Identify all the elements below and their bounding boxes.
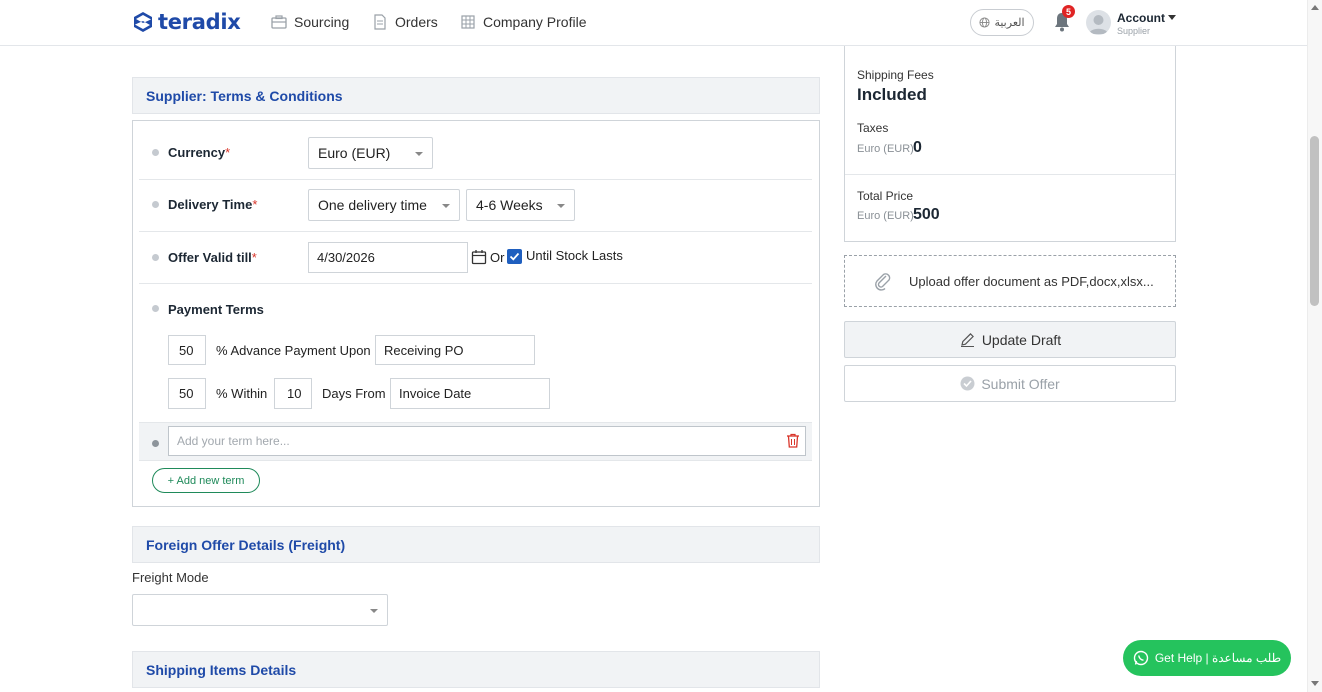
brand-name: teradix [158,10,241,34]
freight-mode-select[interactable] [132,594,388,626]
get-help-label: Get Help | طلب مساعدة [1154,651,1282,665]
days-from-event-input[interactable]: Invoice Date [390,378,550,409]
nav-orders[interactable]: Orders [372,14,438,30]
language-label: العربية [994,17,1025,29]
chevron-down-icon [415,152,423,156]
whatsapp-icon [1133,650,1149,666]
terms-section-title: Supplier: Terms & Conditions [132,77,820,114]
until-stock-label[interactable]: Until Stock Lasts [526,248,623,263]
taxes-currency: Euro (EUR) [857,143,914,155]
divider [139,179,812,180]
new-term-input[interactable]: Add your term here... [168,426,806,456]
total-price-value: 500 [913,206,940,223]
within-percent-input[interactable]: 50 [168,378,206,409]
total-currency: Euro (EUR) [857,210,914,222]
language-toggle[interactable]: العربية [970,9,1034,36]
globe-icon [979,17,991,28]
document-icon [372,14,388,30]
check-circle-icon [960,376,975,391]
advance-event-input[interactable]: Receiving PO [375,335,535,365]
scroll-up-icon[interactable] [1311,5,1319,10]
chevron-down-icon [370,609,378,613]
checkmark-icon [509,252,520,261]
account-role: Supplier [1117,26,1151,36]
upload-offer-document[interactable]: Upload offer document as PDF,docx,xlsx..… [844,255,1176,307]
trash-icon[interactable] [786,433,800,448]
shipping-fees-value: Included [857,85,927,104]
currency-value: Euro (EUR) [318,145,391,161]
calendar-icon[interactable] [471,249,487,265]
scroll-down-icon[interactable] [1311,681,1319,686]
chevron-down-icon [557,204,565,208]
user-icon [1089,15,1108,34]
logo-mark-icon [134,12,152,32]
days-from-text: Days From [322,386,386,401]
delivery-period-select[interactable]: 4-6 Weeks [466,189,575,221]
row-bullet [152,149,159,156]
or-text: Or [490,250,505,265]
submit-offer-button[interactable]: Submit Offer [844,365,1176,402]
nav-sourcing[interactable]: Sourcing [271,14,349,30]
freight-section-title: Foreign Offer Details (Freight) [132,526,820,563]
row-bullet [152,201,159,208]
nav-company-profile[interactable]: Company Profile [460,14,587,30]
within-text: % Within [216,386,268,401]
nav-orders-label: Orders [395,14,438,30]
get-help-button[interactable]: Get Help | طلب مساعدة [1123,640,1291,676]
shipping-fees-label: Shipping Fees [857,68,934,82]
top-navbar: teradix Sourcing Orders Company Profile … [0,0,1307,46]
pencil-icon [960,333,974,347]
nav-company-profile-label: Company Profile [483,14,587,30]
divider [845,174,1175,175]
offer-valid-label: Offer Valid till* [168,250,257,265]
shipping-section-title: Shipping Items Details [132,651,820,688]
row-bullet [152,254,159,261]
update-draft-label: Update Draft [981,331,1062,348]
advance-percent-input[interactable]: 50 [168,335,206,365]
row-bullet [152,305,159,312]
teradix-logo[interactable]: teradix [132,10,241,34]
chevron-down-icon [442,204,450,208]
total-price-label: Total Price [857,189,914,203]
row-bullet [152,440,159,447]
building-icon [460,14,476,30]
account-name: Account [1117,11,1165,25]
delivery-type-select[interactable]: One delivery time [308,189,460,221]
add-new-term-button[interactable]: + Add new term [152,468,260,493]
nav-sourcing-label: Sourcing [294,14,350,30]
payment-terms-label: Payment Terms [168,302,264,317]
offer-valid-date-input[interactable]: 4/30/2026 [308,242,468,273]
notification-badge: 5 [1062,5,1075,18]
delivery-time-label: Delivery Time* [168,197,258,212]
freight-mode-label: Freight Mode [132,570,209,585]
currency-label: Currency* [168,145,231,160]
update-draft-button[interactable]: Update Draft [844,321,1176,358]
delivery-type-value: One delivery time [318,197,427,213]
delivery-period-value: 4-6 Weeks [476,197,543,213]
account-menu[interactable]: Account Supplier [1117,11,1165,36]
scrollbar-thumb[interactable] [1310,136,1319,306]
within-days-input[interactable]: 10 [274,378,312,409]
upload-label: Upload offer document as PDF,docx,xlsx..… [909,273,1154,289]
advance-text: % Advance Payment Upon [216,343,371,358]
until-stock-checkbox[interactable] [507,249,522,264]
avatar[interactable] [1086,10,1111,35]
divider [139,231,812,232]
submit-offer-label: Submit Offer [981,375,1060,392]
currency-select[interactable]: Euro (EUR) [308,137,433,169]
divider [139,283,812,284]
taxes-value: 0 [913,139,922,156]
scrollbar[interactable] [1307,0,1322,692]
paperclip-icon [875,273,891,291]
taxes-label: Taxes [857,121,889,135]
chevron-down-icon[interactable] [1168,15,1176,20]
briefcase-icon [271,14,287,30]
